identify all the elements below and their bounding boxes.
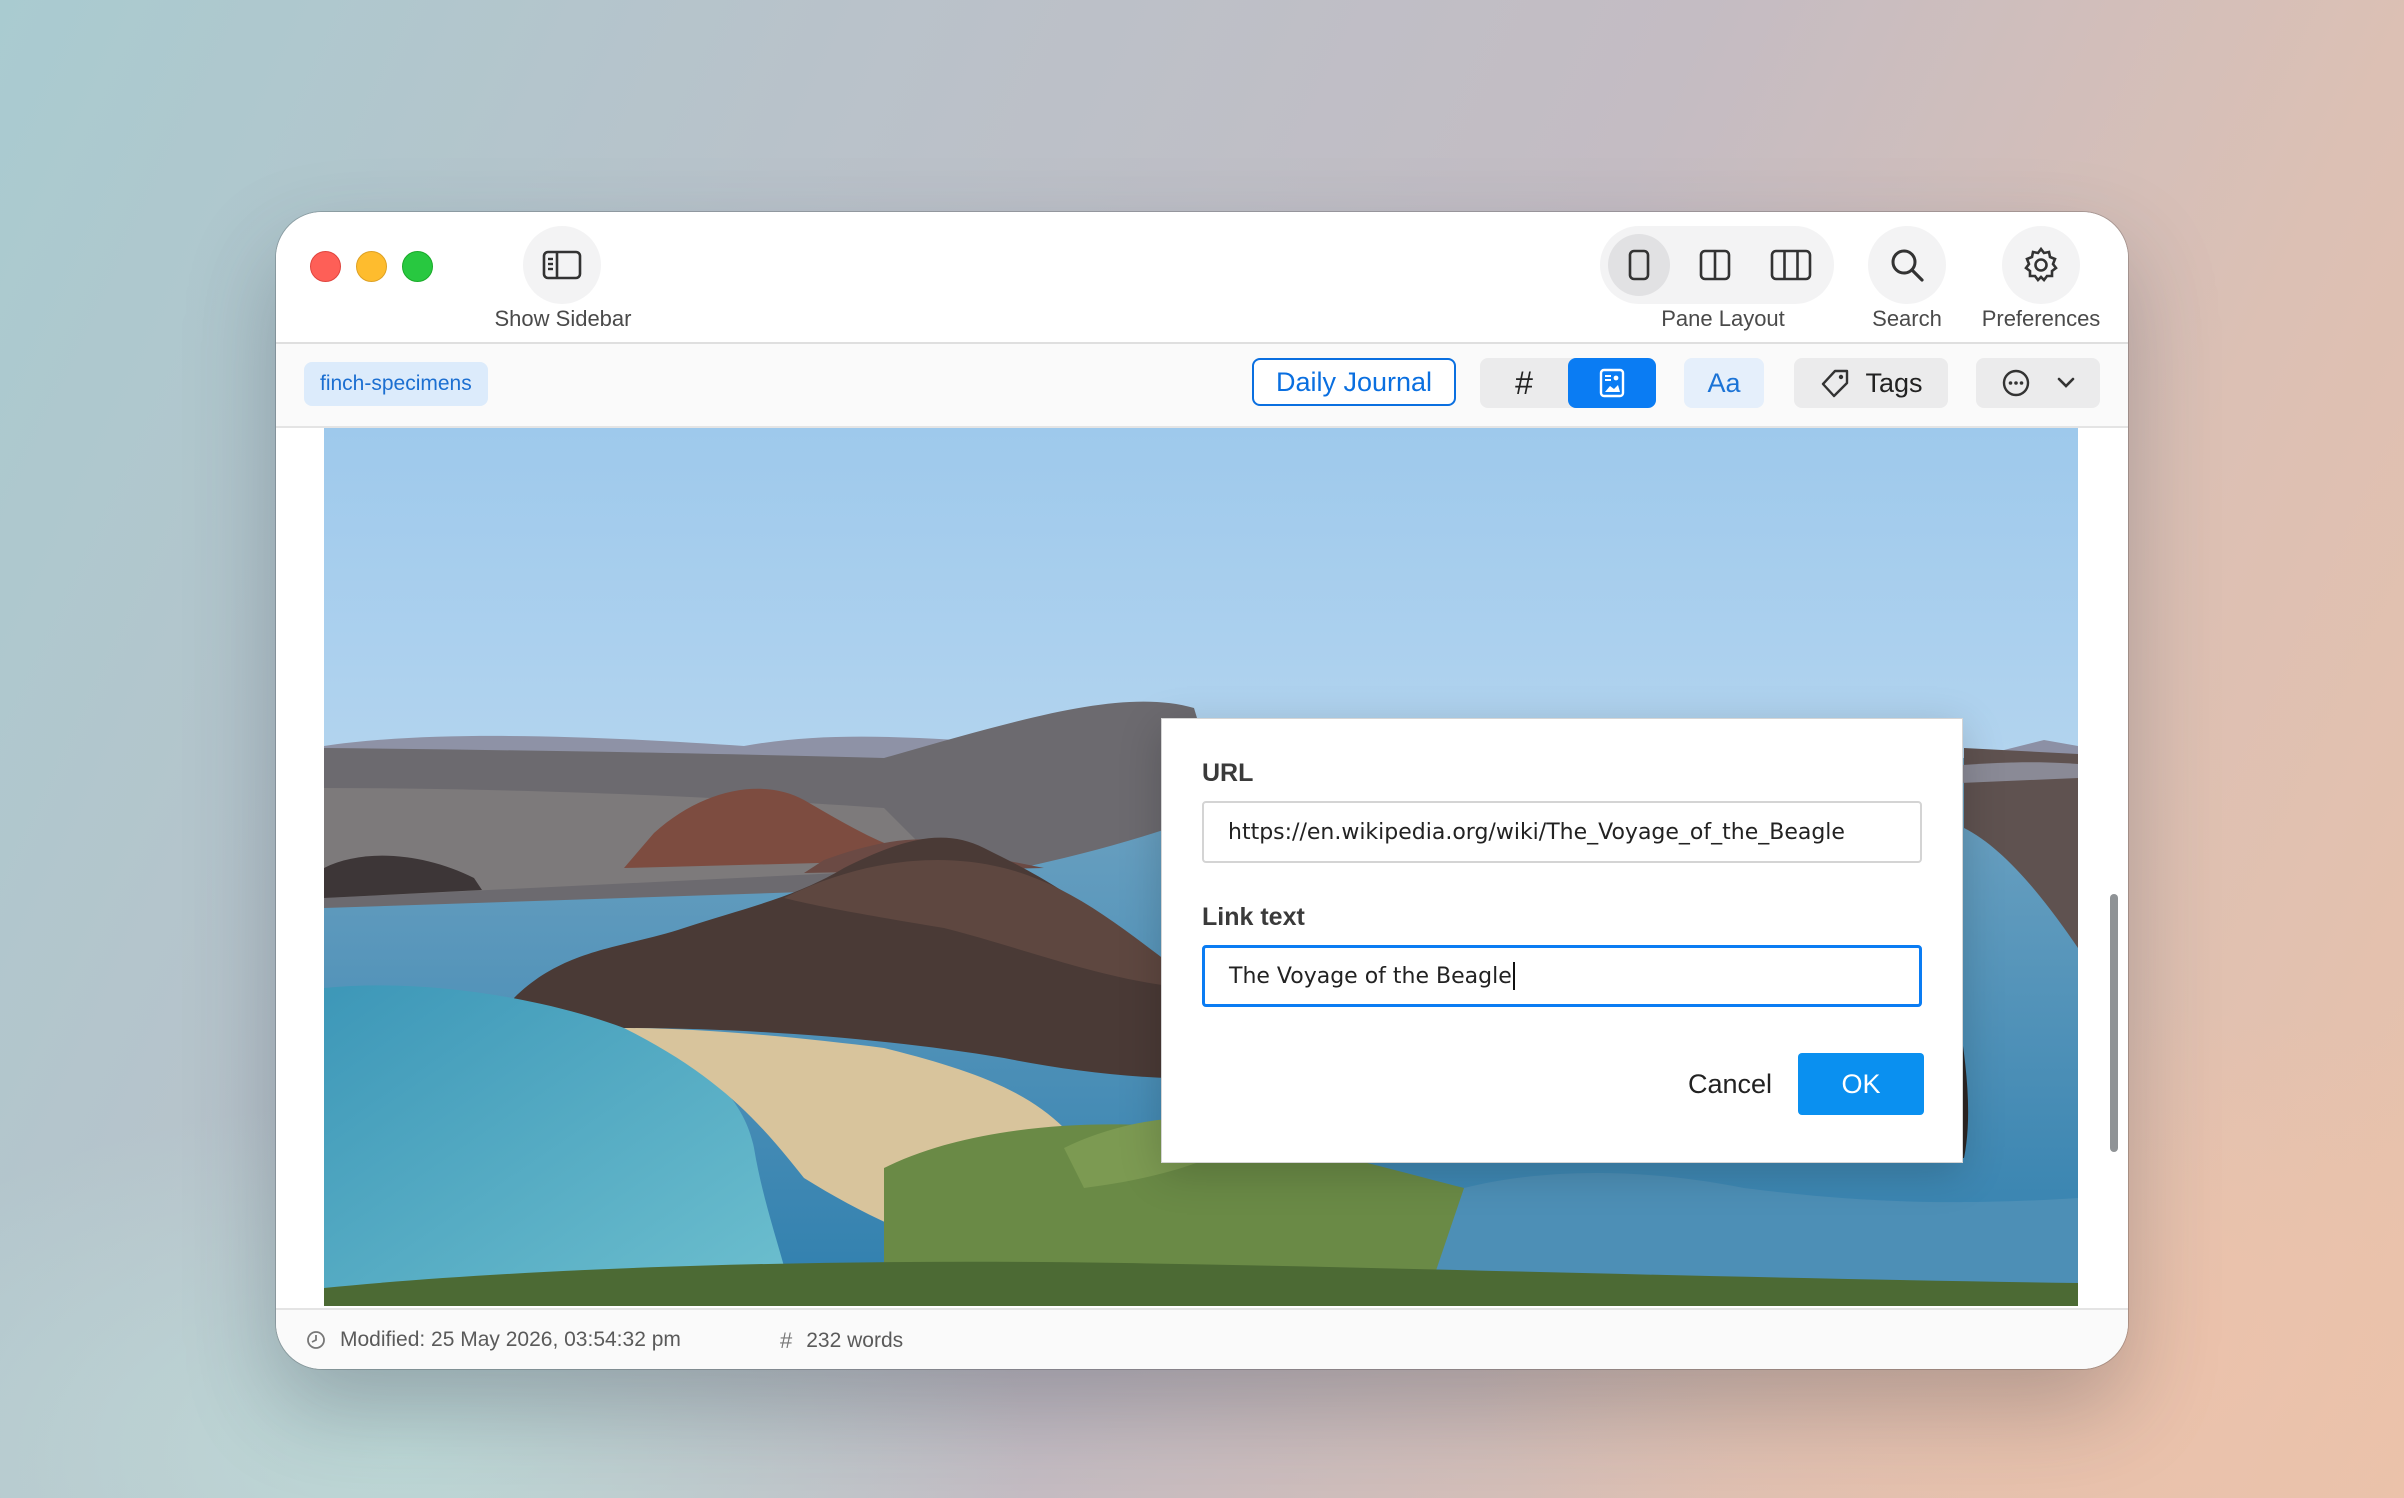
chevron-down-icon: [2057, 377, 2075, 388]
pane-single-button[interactable]: [1608, 234, 1670, 296]
card-view-button[interactable]: [1568, 358, 1656, 408]
more-options-button[interactable]: [1976, 358, 2100, 408]
pane-layout-control: [1600, 226, 1834, 304]
cancel-button[interactable]: Cancel: [1670, 1053, 1790, 1115]
search-icon: [1891, 249, 1924, 282]
text-caret: [1512, 962, 1515, 990]
note-tag[interactable]: finch-specimens: [304, 362, 488, 406]
daily-journal-button[interactable]: Daily Journal: [1252, 358, 1456, 406]
ellipsis-circle-icon: [2002, 369, 2030, 397]
ok-button[interactable]: OK: [1798, 1053, 1924, 1115]
zoom-window-button[interactable]: [402, 251, 433, 282]
clock-icon: [307, 1331, 325, 1349]
view-mode-segmented-control: #: [1480, 358, 1656, 408]
word-count: 232 words: [806, 1329, 904, 1352]
single-pane-icon: [1628, 249, 1650, 281]
app-window: Show Sidebar Pane Layout Search Preferen…: [276, 212, 2128, 1369]
url-value: https://en.wikipedia.org/wiki/The_Voyage…: [1228, 819, 1845, 845]
modified-date: Modified: 25 May 2026, 03:54:32 pm: [340, 1328, 681, 1351]
font-settings-button[interactable]: Aa: [1684, 358, 1764, 408]
note-editor[interactable]: URL https://en.wikipedia.org/wiki/The_Vo…: [276, 428, 2128, 1308]
tags-label: Tags: [1865, 367, 1923, 398]
sidebar-icon: [542, 250, 582, 280]
modified-status: Modified: 25 May 2026, 03:54:32 pm: [306, 1328, 681, 1352]
preferences-label: Preferences: [1981, 306, 2101, 331]
note-card-icon: [1599, 368, 1625, 398]
close-window-button[interactable]: [310, 251, 341, 282]
scrollbar-thumb[interactable]: [2110, 894, 2118, 1152]
url-label: URL: [1202, 759, 1254, 787]
hash-icon: #: [780, 1328, 793, 1353]
double-pane-icon: [1699, 249, 1731, 281]
link-dialog: URL https://en.wikipedia.org/wiki/The_Vo…: [1161, 718, 1963, 1163]
status-bar: Modified: 25 May 2026, 03:54:32 pm # 232…: [276, 1308, 2128, 1369]
hash-view-button[interactable]: #: [1480, 358, 1568, 408]
tags-button[interactable]: Tags: [1794, 358, 1948, 408]
show-sidebar-label: Show Sidebar: [494, 306, 632, 331]
minimize-window-button[interactable]: [356, 251, 387, 282]
link-text-value: The Voyage of the Beagle: [1229, 963, 1512, 989]
link-text-field[interactable]: The Voyage of the Beagle: [1202, 945, 1922, 1007]
show-sidebar-button[interactable]: [523, 226, 601, 304]
link-text-label: Link text: [1202, 903, 1305, 931]
search-label: Search: [1872, 306, 1942, 331]
tag-icon: [1822, 369, 1849, 398]
triple-pane-icon: [1770, 249, 1812, 281]
url-field[interactable]: https://en.wikipedia.org/wiki/The_Voyage…: [1202, 801, 1922, 863]
pane-triple-button[interactable]: [1760, 234, 1822, 296]
word-count-status: # 232 words: [780, 1328, 903, 1354]
pane-double-button[interactable]: [1684, 234, 1746, 296]
search-button[interactable]: [1868, 226, 1946, 304]
pane-layout-label: Pane Layout: [1661, 306, 1785, 331]
titlebar: Show Sidebar Pane Layout Search Preferen…: [276, 212, 2128, 344]
gear-icon: [2024, 246, 2058, 282]
preferences-button[interactable]: [2002, 226, 2080, 304]
note-toolbar: finch-specimens Daily Journal # Aa Tags: [276, 344, 2128, 428]
